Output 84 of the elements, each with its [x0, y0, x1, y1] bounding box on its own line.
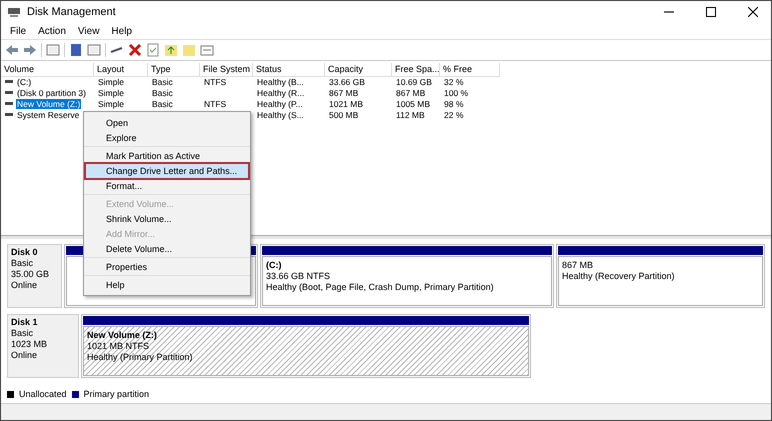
back-icon[interactable] [5, 43, 19, 57]
column-header[interactable]: Volume [1, 63, 94, 77]
panel-icon[interactable] [46, 43, 60, 57]
menu-item[interactable]: Mark Partition as Active [86, 149, 248, 163]
table-cell[interactable]: System Reserve [16, 110, 80, 120]
partition-status: Healthy (Recovery Partition) [562, 271, 676, 282]
partition-name: New Volume (Z:) [87, 330, 158, 341]
menu-item[interactable]: Explore [86, 131, 248, 145]
column-header[interactable]: File System [200, 63, 253, 77]
menu-item[interactable]: Action [33, 26, 71, 36]
table-cell: Basic [152, 88, 173, 98]
table-cell: Healthy (R... [257, 88, 304, 98]
disk-state: Online [11, 350, 38, 361]
partition-name: (C:) [266, 260, 282, 271]
table-cell: 100 % [444, 88, 468, 98]
menu-item[interactable]: File [5, 26, 32, 36]
maximize-icon [706, 7, 716, 17]
table-cell: 867 MB [329, 88, 358, 98]
partition-size: 1021 MB NTFS [87, 341, 150, 352]
partition-status: Healthy (Primary Partition) [87, 352, 194, 363]
table-cell: 867 MB [396, 88, 426, 98]
menu-item[interactable]: Change Drive Letter and Paths... [86, 164, 248, 178]
menu-item[interactable]: Open [86, 116, 248, 130]
table-cell: Healthy (B... [257, 76, 304, 86]
column-header[interactable]: Type [148, 63, 200, 77]
table-cell: Simple [98, 76, 124, 86]
check-document-icon[interactable] [146, 43, 160, 57]
disk-icon [7, 5, 21, 19]
partition-block[interactable]: 867 MB Healthy (Recovery Partition) [558, 256, 763, 306]
partition-size: 33.66 GB NTFS [266, 271, 332, 282]
column-header[interactable]: Status [253, 63, 325, 77]
column-header[interactable]: Free Spa... [392, 63, 440, 77]
table-cell: NTFS [204, 76, 226, 86]
menu-item[interactable]: Help [86, 278, 248, 292]
menu-item[interactable]: View [72, 26, 104, 36]
partition-block[interactable]: New Volume (Z:) 1021 MB NTFS Healthy (Primary Partition) [83, 326, 529, 376]
table-cell: Basic [152, 98, 173, 108]
table-cell: Simple [98, 98, 124, 108]
table-cell: 33.66 GB [329, 76, 365, 86]
partition-size: 867 MB [562, 260, 594, 271]
partition-status: Healthy (Boot, Page File, Crash Dump, Primary Partition) [266, 282, 495, 293]
menu-item[interactable]: Help [106, 26, 137, 36]
disk-type: Basic [11, 258, 34, 269]
partition-block[interactable]: (C:) 33.66 GB NTFS Healthy (Boot, Page File, Crash Dump, Primary Partition) [262, 256, 552, 306]
column-header[interactable]: Layout [94, 63, 148, 77]
disk-type: Basic [11, 328, 34, 339]
table-cell: 22 % [444, 110, 464, 120]
table-cell: Basic [152, 76, 173, 86]
table-cell: 98 % [444, 98, 464, 108]
menu-item[interactable]: Delete Volume... [86, 242, 248, 256]
folder-up-icon[interactable] [164, 43, 178, 57]
delete-icon[interactable] [128, 43, 142, 57]
table-cell: NTFS [204, 98, 226, 108]
table-cell: 32 % [444, 76, 464, 86]
table-cell[interactable]: New Volume (Z:) [16, 98, 82, 108]
disk-label[interactable]: Disk 0 Basic 35.00 GB Online [7, 244, 62, 308]
table-cell: Healthy (S... [257, 110, 304, 120]
table-cell: 1005 MB [396, 98, 430, 108]
properties-icon[interactable] [200, 43, 214, 57]
legend-label: Primary partition [84, 389, 150, 399]
menu-item[interactable]: Shrink Volume... [86, 212, 248, 226]
table-cell: 112 MB [396, 110, 425, 120]
window-title: Disk Management [27, 6, 117, 18]
table-cell: 10.69 GB [396, 76, 432, 86]
close-icon [748, 7, 758, 17]
disk-name: Disk 0 [11, 247, 39, 258]
column-header[interactable]: % Free [440, 63, 500, 77]
table-cell: 1021 MB [329, 98, 364, 108]
table-cell[interactable]: (Disk 0 partition 3) [16, 88, 87, 98]
table-cell: Healthy (P... [257, 98, 303, 108]
disk-state: Online [11, 280, 38, 291]
legend-label: Unallocated [19, 389, 67, 399]
table-cell: 500 MB [329, 110, 358, 120]
disk-label[interactable]: Disk 1 Basic 1023 MB Online [7, 314, 79, 378]
table-cell: Simple [98, 88, 124, 98]
menu-item[interactable]: Format... [86, 179, 248, 193]
column-header[interactable]: Capacity [325, 63, 392, 77]
panel-icon[interactable] [87, 43, 101, 57]
forward-icon[interactable] [23, 43, 37, 57]
disk-size: 1023 MB [11, 339, 48, 350]
disk-name: Disk 1 [11, 317, 39, 328]
table-cell[interactable]: (C:) [16, 76, 32, 86]
disk-size: 35.00 GB [11, 269, 50, 280]
menu-item[interactable]: Properties [86, 260, 248, 274]
